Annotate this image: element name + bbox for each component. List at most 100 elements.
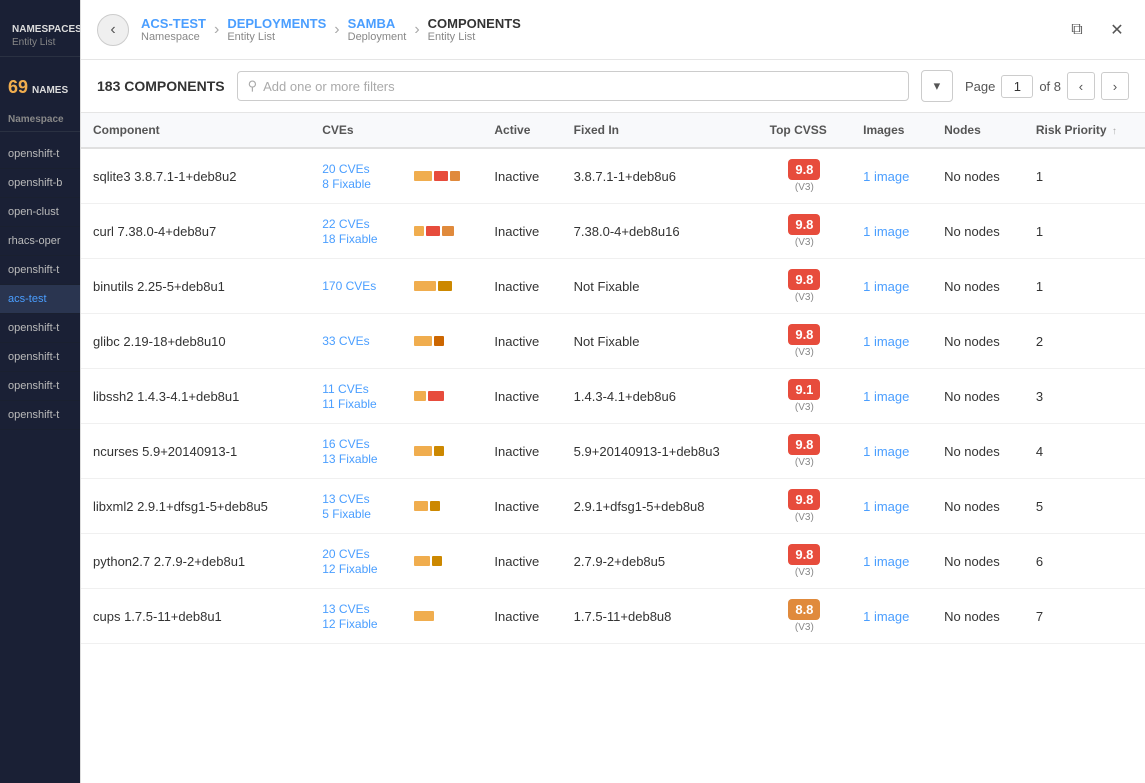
image-link[interactable]: 1 image bbox=[863, 279, 909, 294]
cves-count-link[interactable]: 16 CVEs bbox=[322, 437, 389, 451]
cell-cves: 20 CVEs12 Fixable bbox=[310, 534, 401, 589]
cves-count-link[interactable]: 33 CVEs bbox=[322, 334, 389, 348]
ns-count: 69 bbox=[8, 77, 28, 98]
next-page-button[interactable]: › bbox=[1101, 72, 1129, 100]
image-link[interactable]: 1 image bbox=[863, 389, 909, 404]
breadcrumb-sep-3: › bbox=[414, 21, 419, 39]
table-row: ncurses 5.9+20140913-1 16 CVEs13 Fixable I… bbox=[81, 424, 1145, 479]
cell-nodes: No nodes bbox=[932, 534, 1024, 589]
table-header-row: Component CVEs Active Fixed In Top CVSS … bbox=[81, 113, 1145, 148]
cell-component: glibc 2.19-18+deb8u10 bbox=[81, 314, 310, 369]
cves-count-link[interactable]: 20 CVEs bbox=[322, 162, 389, 176]
cell-active: Inactive bbox=[482, 479, 561, 534]
table-wrapper: Component CVEs Active Fixed In Top CVSS … bbox=[81, 113, 1145, 783]
cell-component: python2.7 2.7.9-2+deb8u1 bbox=[81, 534, 310, 589]
left-sidebar: NAMESPACES Entity List 69 NAMES Namespac… bbox=[0, 0, 80, 783]
cell-fixed-in: 1.7.5-11+deb8u8 bbox=[562, 589, 758, 644]
cell-images: 1 image bbox=[851, 424, 932, 479]
prev-page-button[interactable]: ‹ bbox=[1067, 72, 1095, 100]
cell-active: Inactive bbox=[482, 148, 561, 204]
col-bars bbox=[402, 113, 483, 148]
cell-cve-bars bbox=[402, 479, 483, 534]
image-link[interactable]: 1 image bbox=[863, 444, 909, 459]
cvss-badge: 9.8 bbox=[788, 214, 820, 235]
col-images: Images bbox=[851, 113, 932, 148]
cell-active: Inactive bbox=[482, 424, 561, 479]
cves-fixable-link[interactable]: 5 Fixable bbox=[322, 507, 371, 521]
drawer-actions: ⧉ ✕ bbox=[1061, 14, 1133, 46]
cell-component: ncurses 5.9+20140913-1 bbox=[81, 424, 310, 479]
cell-images: 1 image bbox=[851, 369, 932, 424]
cell-cve-bars bbox=[402, 148, 483, 204]
cvss-version: (V3) bbox=[770, 402, 839, 413]
cves-fixable-link[interactable]: 8 Fixable bbox=[322, 177, 371, 191]
cves-fixable-link[interactable]: 11 Fixable bbox=[322, 397, 376, 411]
cves-count-link[interactable]: 13 CVEs bbox=[322, 492, 389, 506]
cves-fixable-link[interactable]: 12 Fixable bbox=[322, 617, 377, 631]
table-row: sqlite3 3.8.7.1-1+deb8u2 20 CVEs8 Fixable… bbox=[81, 148, 1145, 204]
image-link[interactable]: 1 image bbox=[863, 169, 909, 184]
cves-fixable-link[interactable]: 13 Fixable bbox=[322, 452, 377, 466]
namespace-item[interactable]: openshift-t bbox=[0, 401, 80, 430]
col-active: Active bbox=[482, 113, 561, 148]
cell-fixed-in: 2.9.1+dfsg1-5+deb8u8 bbox=[562, 479, 758, 534]
image-link[interactable]: 1 image bbox=[863, 554, 909, 569]
cves-count-link[interactable]: 13 CVEs bbox=[322, 602, 389, 616]
filter-bar[interactable]: ⚲ Add one or more filters bbox=[237, 71, 909, 101]
cell-risk-priority: 7 bbox=[1024, 589, 1145, 644]
image-link[interactable]: 1 image bbox=[863, 224, 909, 239]
ns-count-label: NAMES bbox=[32, 85, 68, 96]
cves-count-link[interactable]: 20 CVEs bbox=[322, 547, 389, 561]
breadcrumb-link-deployments[interactable]: DEPLOYMENTS Entity List bbox=[227, 16, 326, 43]
external-link-button[interactable]: ⧉ bbox=[1061, 14, 1093, 46]
cell-nodes: No nodes bbox=[932, 479, 1024, 534]
cves-fixable-link[interactable]: 18 Fixable bbox=[322, 232, 377, 246]
breadcrumb-item-deployments: DEPLOYMENTS Entity List bbox=[227, 16, 326, 43]
namespace-item[interactable]: rhacs-oper bbox=[0, 227, 80, 256]
cell-top-cvss: 9.8(V3) bbox=[758, 204, 851, 259]
cell-top-cvss: 9.8(V3) bbox=[758, 259, 851, 314]
namespace-item[interactable]: acs-test bbox=[0, 285, 80, 314]
image-link[interactable]: 1 image bbox=[863, 499, 909, 514]
cves-fixable-link[interactable]: 12 Fixable bbox=[322, 562, 377, 576]
table-row: binutils 2.25-5+deb8u1170 CVEsInactiveNo… bbox=[81, 259, 1145, 314]
namespace-item[interactable]: openshift-t bbox=[0, 343, 80, 372]
cell-cves: 22 CVEs18 Fixable bbox=[310, 204, 401, 259]
cell-nodes: No nodes bbox=[932, 369, 1024, 424]
page-number[interactable]: 1 bbox=[1001, 75, 1033, 98]
cell-fixed-in: 3.8.7.1-1+deb8u6 bbox=[562, 148, 758, 204]
namespace-item[interactable]: openshift-t bbox=[0, 140, 80, 169]
filter-dropdown-button[interactable]: ▾ bbox=[921, 70, 953, 102]
image-link[interactable]: 1 image bbox=[863, 609, 909, 624]
cell-cve-bars bbox=[402, 204, 483, 259]
cell-cve-bars bbox=[402, 314, 483, 369]
cvss-version: (V3) bbox=[770, 292, 839, 303]
cell-cves: 13 CVEs5 Fixable bbox=[310, 479, 401, 534]
cell-component: libssh2 1.4.3-4.1+deb8u1 bbox=[81, 369, 310, 424]
cell-component: sqlite3 3.8.7.1-1+deb8u2 bbox=[81, 148, 310, 204]
close-button[interactable]: ✕ bbox=[1101, 14, 1133, 46]
namespace-item[interactable]: openshift-t bbox=[0, 314, 80, 343]
cell-cves: 170 CVEs bbox=[310, 259, 401, 314]
cell-top-cvss: 9.8(V3) bbox=[758, 314, 851, 369]
namespace-item[interactable]: openshift-t bbox=[0, 372, 80, 401]
cves-count-link[interactable]: 22 CVEs bbox=[322, 217, 389, 231]
image-link[interactable]: 1 image bbox=[863, 334, 909, 349]
cell-nodes: No nodes bbox=[932, 148, 1024, 204]
breadcrumb-link-components[interactable]: COMPONENTS Entity List bbox=[428, 16, 521, 43]
namespace-item[interactable]: openshift-t bbox=[0, 256, 80, 285]
breadcrumb-link-acs-test[interactable]: ACS-TEST Namespace bbox=[141, 16, 206, 43]
namespace-item[interactable]: openshift-b bbox=[0, 169, 80, 198]
cell-risk-priority: 1 bbox=[1024, 204, 1145, 259]
breadcrumb-link-samba[interactable]: SAMBA Deployment bbox=[348, 16, 407, 43]
cell-active: Inactive bbox=[482, 369, 561, 424]
filter-placeholder: Add one or more filters bbox=[263, 79, 395, 94]
ns-col-header: Namespace bbox=[0, 110, 80, 132]
cves-count-link[interactable]: 170 CVEs bbox=[322, 279, 389, 293]
col-nodes: Nodes bbox=[932, 113, 1024, 148]
namespace-item[interactable]: open-clust bbox=[0, 198, 80, 227]
table-row: libssh2 1.4.3-4.1+deb8u1 11 CVEs11 Fixabl… bbox=[81, 369, 1145, 424]
back-button[interactable]: ‹ bbox=[97, 14, 129, 46]
cves-count-link[interactable]: 11 CVEs bbox=[322, 382, 389, 396]
cell-active: Inactive bbox=[482, 589, 561, 644]
